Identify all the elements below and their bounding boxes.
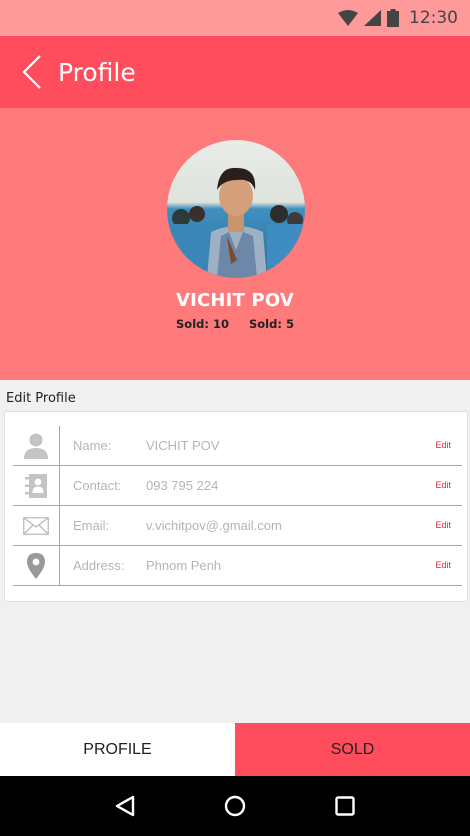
app-bar: Profile	[0, 36, 470, 108]
sold-count-1: Sold: 10	[176, 317, 229, 331]
location-pin-icon	[27, 553, 45, 579]
tab-sold[interactable]: SOLD	[235, 723, 470, 776]
sales-stats: Sold: 10 Sold: 5	[0, 317, 470, 331]
name-value: VICHIT POV	[146, 438, 220, 453]
bottom-tabs: PROFILE SOLD	[0, 723, 470, 776]
edit-name-link[interactable]: Edit	[435, 440, 451, 450]
edit-profile-card: Name: VICHIT POV Edit Contact: 093 795 2…	[4, 411, 468, 602]
name-row: Name: VICHIT POV Edit	[13, 426, 462, 466]
row-icon-cell	[13, 546, 60, 586]
status-time: 12:30	[409, 8, 458, 28]
edit-email-link[interactable]: Edit	[435, 520, 451, 530]
row-icon-cell	[13, 426, 60, 466]
row-icon-cell	[13, 466, 60, 506]
avatar-photo	[167, 140, 305, 278]
email-label: Email:	[73, 518, 110, 533]
wifi-icon	[338, 10, 358, 26]
envelope-icon	[23, 517, 49, 535]
edit-profile-title: Edit Profile	[6, 391, 76, 406]
address-value: Phnom Penh	[146, 558, 222, 573]
email-value: v.vichitpov@.gmail.com	[146, 518, 282, 533]
recents-square-icon	[335, 796, 355, 816]
user-name: VICHIT POV	[175, 290, 295, 311]
sold-count-2: Sold: 5	[249, 317, 294, 331]
name-label: Name:	[73, 438, 112, 453]
person-icon	[24, 433, 48, 459]
signal-icon	[364, 10, 381, 26]
edit-contact-link[interactable]: Edit	[435, 480, 451, 490]
contact-label: Contact:	[73, 478, 122, 493]
contact-value: 093 795 224	[146, 478, 219, 493]
battery-icon	[387, 9, 399, 27]
back-triangle-icon	[115, 795, 135, 817]
contact-row: Contact: 093 795 224 Edit	[13, 466, 462, 506]
nav-recents-button[interactable]	[325, 786, 365, 826]
row-icon-cell	[13, 506, 60, 546]
address-row: Address: Phnom Penh Edit	[13, 546, 462, 586]
contact-book-icon	[25, 474, 47, 498]
nav-back-button[interactable]	[105, 786, 145, 826]
nav-home-button[interactable]	[215, 786, 255, 826]
chevron-left-icon	[22, 55, 41, 89]
tab-profile[interactable]: PROFILE	[0, 723, 235, 776]
avatar[interactable]	[167, 140, 305, 278]
page-title: Profile	[58, 57, 136, 87]
email-row: Email: v.vichitpov@.gmail.com Edit	[13, 506, 462, 546]
back-button[interactable]	[14, 50, 50, 94]
system-nav-bar	[0, 776, 470, 836]
status-icons	[338, 9, 399, 27]
profile-header: VICHIT POV Sold: 10 Sold: 5	[0, 108, 470, 380]
home-circle-icon	[224, 795, 246, 817]
edit-address-link[interactable]: Edit	[435, 560, 451, 570]
status-bar: 12:30	[0, 0, 470, 36]
address-label: Address:	[73, 558, 125, 573]
